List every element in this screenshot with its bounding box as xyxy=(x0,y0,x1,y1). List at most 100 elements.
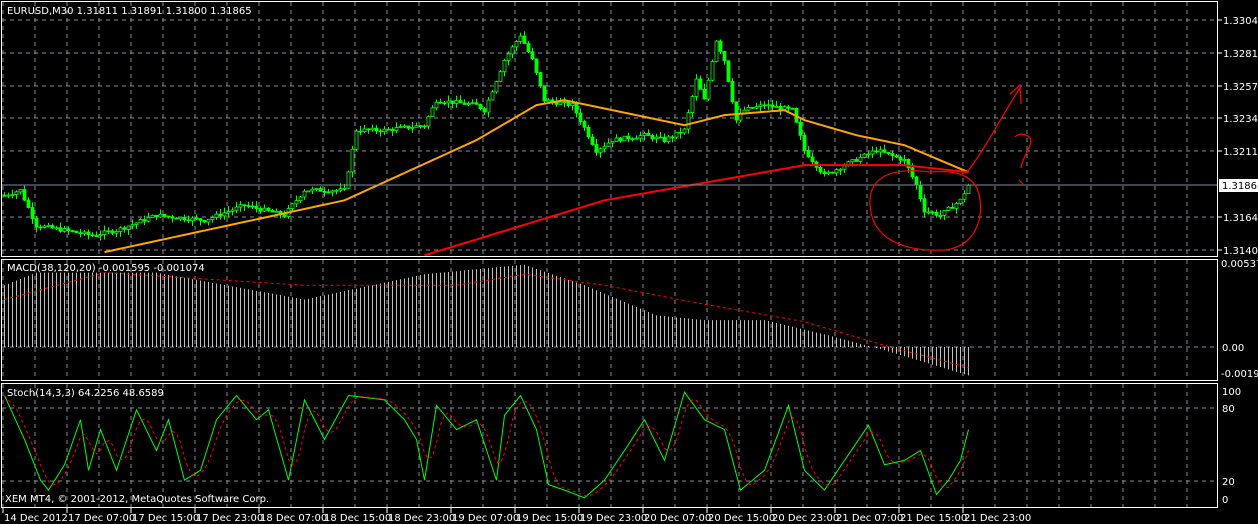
price-tick-label: 1.32340 xyxy=(1223,114,1258,125)
candle-body xyxy=(922,198,927,213)
candle-body xyxy=(646,132,651,136)
candle-body xyxy=(190,217,195,222)
candle-body xyxy=(446,100,451,104)
candle-body xyxy=(66,228,71,231)
candle-body xyxy=(30,207,35,219)
candle-body xyxy=(490,91,495,101)
candle-body xyxy=(130,224,135,227)
chart-window[interactable]: EURUSD,M30 1.31811 1.31891 1.31800 1.318… xyxy=(0,0,1258,524)
ma-slow-line xyxy=(424,164,969,256)
candle-body xyxy=(690,96,695,113)
candle-body xyxy=(186,219,191,222)
candle-body xyxy=(678,131,683,134)
candle-body xyxy=(614,137,619,143)
candle-body xyxy=(206,219,211,223)
current-price-label: 1.31865 xyxy=(1222,181,1258,192)
candle-body xyxy=(958,198,963,204)
candle-body xyxy=(822,171,827,175)
candle-body xyxy=(146,217,151,222)
drawing-annotations[interactable] xyxy=(869,83,1032,251)
time-tick-label: 17 Dec 15:00 xyxy=(132,513,199,524)
candle-body xyxy=(86,231,91,236)
candle-body xyxy=(470,102,475,105)
candle-body xyxy=(598,148,603,153)
candle-body xyxy=(378,130,383,133)
candle-body xyxy=(350,148,355,173)
candle-body xyxy=(586,126,591,138)
time-tick-label: 20 Dec 15:00 xyxy=(708,513,775,524)
candle-body xyxy=(530,51,535,60)
candle-body xyxy=(58,227,63,232)
candle-body xyxy=(154,214,159,218)
price-tick-label: 1.31405 xyxy=(1223,246,1258,257)
candle-body xyxy=(46,225,51,227)
candle-body xyxy=(498,71,503,83)
price-axis[interactable]: 1.33040 1.32810 1.32575 1.32340 1.32110 1.316… xyxy=(1218,16,1258,257)
candle-body xyxy=(506,53,511,61)
candle-body xyxy=(14,191,19,195)
candle-body xyxy=(178,216,183,220)
candle-body xyxy=(478,103,483,110)
stoch-tick-0: 0 xyxy=(1222,495,1228,506)
candle-body xyxy=(126,225,131,230)
time-tick-label: 17 Dec 23:00 xyxy=(196,513,263,524)
candle-body xyxy=(118,227,123,232)
candle-body xyxy=(750,107,755,109)
candle-body xyxy=(386,128,391,131)
candle-body xyxy=(102,230,107,236)
candle-body xyxy=(218,213,223,217)
candle-body xyxy=(98,234,103,237)
candle-body xyxy=(310,188,315,192)
candle-body xyxy=(194,217,199,220)
candle-body xyxy=(882,149,887,153)
candle-body xyxy=(954,203,959,209)
candle-body xyxy=(306,190,311,193)
candle-body xyxy=(534,58,539,73)
candle-body xyxy=(214,213,219,218)
candle-body xyxy=(874,150,879,153)
candle-body xyxy=(234,206,239,211)
candle-body xyxy=(18,189,23,193)
candle-body xyxy=(754,106,759,109)
candle-body xyxy=(546,99,551,102)
candle-body xyxy=(210,217,215,221)
candle-body xyxy=(518,35,523,42)
candle-body xyxy=(254,205,259,209)
candle-body xyxy=(74,230,79,234)
candle-body xyxy=(314,188,319,190)
candle-body xyxy=(334,189,339,192)
candle-body xyxy=(902,158,907,161)
candle-body xyxy=(390,128,395,132)
candle-body xyxy=(410,126,415,129)
candle-body xyxy=(618,137,623,142)
candle-body xyxy=(658,136,663,139)
candle-body xyxy=(502,60,507,73)
candle-body xyxy=(330,190,335,193)
candle-body xyxy=(54,227,59,230)
candle-body xyxy=(818,166,823,173)
candle-body xyxy=(606,142,611,147)
candle-body xyxy=(394,127,399,132)
candle-body xyxy=(326,191,331,194)
time-axis[interactable]: 14 Dec 2012 17 Dec 07:0017 Dec 15:0017 De… xyxy=(2,508,1031,524)
candle-body xyxy=(62,228,67,232)
candle-body xyxy=(162,213,167,217)
candle-body xyxy=(666,136,671,142)
candle-body xyxy=(914,176,919,186)
candle-body xyxy=(774,106,779,108)
chart-title: EURUSD,M30 1.31811 1.31891 1.31800 1.318… xyxy=(7,6,252,17)
candle-body xyxy=(746,107,751,111)
candle-body xyxy=(682,128,687,134)
candle-body xyxy=(570,102,575,106)
candle-body xyxy=(138,219,143,224)
candle-body xyxy=(110,230,115,234)
candle-body xyxy=(870,150,875,155)
candle-body xyxy=(766,104,771,107)
candle-body xyxy=(718,40,723,52)
candle-body xyxy=(34,218,39,228)
annotation-arrow xyxy=(966,83,1022,173)
time-tick-label: 17 Dec 07:00 xyxy=(68,513,135,524)
candle-body xyxy=(318,188,323,192)
candle-body xyxy=(94,235,99,237)
candle-body xyxy=(422,125,427,128)
